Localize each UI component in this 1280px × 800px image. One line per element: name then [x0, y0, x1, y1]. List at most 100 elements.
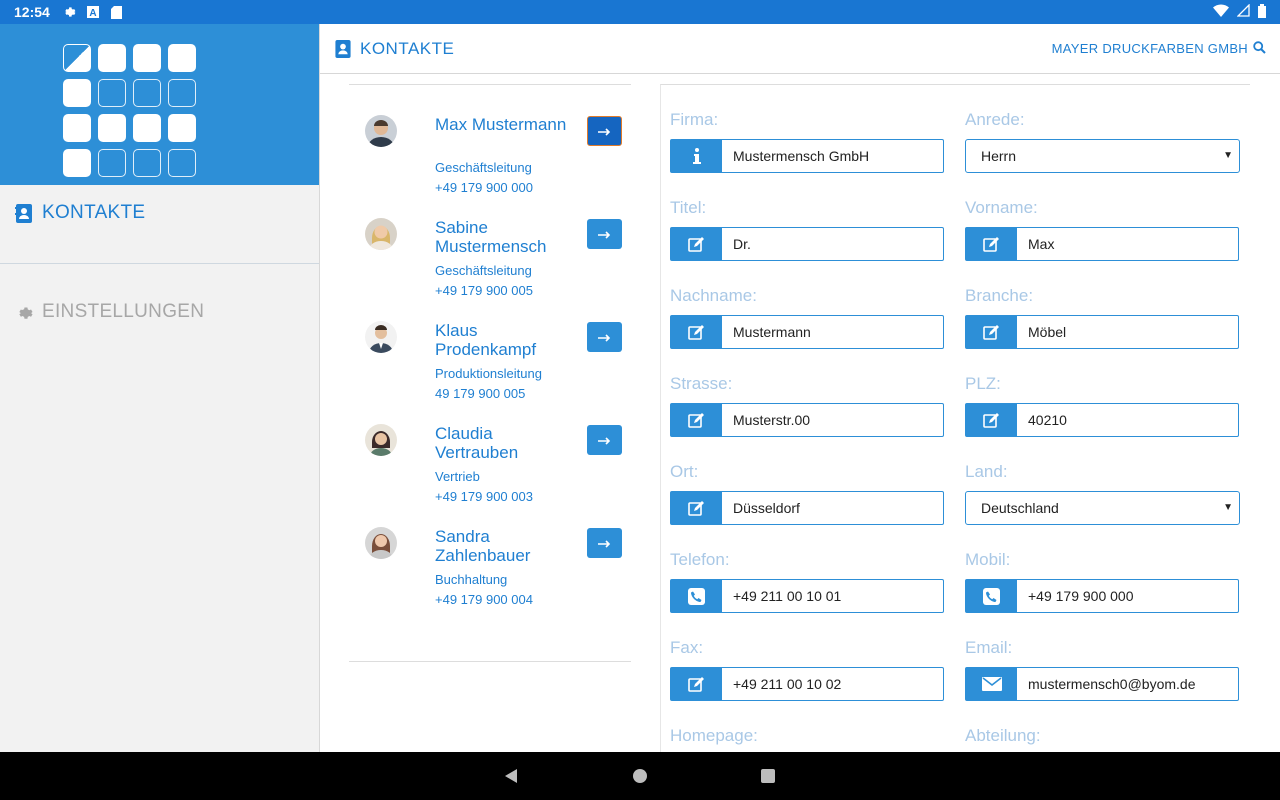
- app-logo: [0, 24, 319, 185]
- plz-value[interactable]: 40210: [1017, 404, 1238, 436]
- status-bar: 12:54 A: [0, 0, 1280, 24]
- edit-icon: [671, 404, 722, 436]
- contact-role: Vertrieb: [435, 469, 480, 484]
- telefon-value[interactable]: +49 211 00 10 01: [722, 580, 943, 612]
- vorname-field[interactable]: Max: [965, 227, 1239, 261]
- contact-name: Sandra Zahlenbauer: [435, 527, 531, 565]
- edit-icon: [966, 228, 1017, 260]
- back-icon[interactable]: [503, 768, 519, 789]
- fax-field[interactable]: +49 211 00 10 02: [670, 667, 944, 701]
- phone-icon: [671, 580, 722, 612]
- sidebar-item-kontakte[interactable]: KONTAKTE: [0, 185, 319, 241]
- anrede-select[interactable]: Herrn ▼: [965, 139, 1240, 173]
- company-search[interactable]: MAYER DRUCKFARBEN GMBH: [1052, 40, 1266, 57]
- fax-value[interactable]: +49 211 00 10 02: [722, 668, 943, 700]
- ort-field[interactable]: Düsseldorf: [670, 491, 944, 525]
- vorname-label: Vorname:: [965, 198, 1038, 217]
- edit-icon: [966, 404, 1017, 436]
- phone-icon: [966, 580, 1017, 612]
- arrow-right-icon: [597, 123, 612, 140]
- recents-icon[interactable]: [760, 768, 776, 789]
- strasse-value[interactable]: Musterstr.00: [722, 404, 943, 436]
- avatar: [365, 218, 397, 250]
- branche-field[interactable]: Möbel: [965, 315, 1239, 349]
- mobil-value[interactable]: +49 179 900 000: [1017, 580, 1238, 612]
- anrede-value: Herrn: [981, 148, 1017, 164]
- battery-icon: [1258, 3, 1266, 21]
- sidebar-item-einstellungen[interactable]: EINSTELLUNGEN: [0, 284, 319, 340]
- info-icon: [671, 140, 722, 172]
- email-field[interactable]: mustermensch0@byom.de: [965, 667, 1239, 701]
- titel-label: Titel:: [670, 198, 707, 217]
- arrow-right-icon: [597, 329, 612, 346]
- mobil-label: Mobil:: [965, 550, 1011, 569]
- email-value[interactable]: mustermensch0@byom.de: [1017, 668, 1238, 700]
- homepage-label: Homepage:: [670, 726, 758, 745]
- open-contact-button[interactable]: [587, 528, 622, 558]
- edit-icon: [671, 316, 722, 348]
- contact-item[interactable]: Klaus Prodenkampf Produktionsleitung 49 …: [349, 291, 631, 401]
- open-contact-button[interactable]: [587, 425, 622, 455]
- contacts-book-icon: [14, 203, 34, 223]
- contact-role: Buchhaltung: [435, 572, 508, 587]
- edit-icon: [671, 668, 722, 700]
- strasse-field[interactable]: Musterstr.00: [670, 403, 944, 437]
- edit-icon: [671, 228, 722, 260]
- titel-field[interactable]: Dr.: [670, 227, 944, 261]
- gear-icon: [14, 302, 34, 322]
- firma-field[interactable]: Mustermensch GmbH: [670, 139, 944, 173]
- contact-phone[interactable]: +49 179 900 004: [435, 592, 533, 607]
- open-contact-button[interactable]: [587, 116, 622, 146]
- contact-name: Sabine Mustermensch: [435, 218, 547, 256]
- vorname-value[interactable]: Max: [1017, 228, 1238, 260]
- contact-item[interactable]: Claudia Vertrauben Vertrieb +49 179 900 …: [349, 394, 631, 504]
- open-contact-button[interactable]: [587, 322, 622, 352]
- anrede-label: Anrede:: [965, 110, 1025, 129]
- contact-item[interactable]: Sandra Zahlenbauer Buchhaltung +49 179 9…: [349, 497, 631, 607]
- sidebar-item-label: EINSTELLUNGEN: [42, 301, 205, 322]
- contact-item[interactable]: Max Mustermann Geschäftsleitung +49 179 …: [349, 85, 631, 195]
- firma-value[interactable]: Mustermensch GmbH: [722, 140, 943, 172]
- page-title: KONTAKTE: [334, 39, 454, 59]
- fax-label: Fax:: [670, 638, 704, 657]
- titel-value[interactable]: Dr.: [722, 228, 943, 260]
- edit-icon: [671, 492, 722, 524]
- land-select[interactable]: Deutschland ▼: [965, 491, 1240, 525]
- contact-item[interactable]: Sabine Mustermensch Geschäftsleitung +49…: [349, 188, 631, 298]
- contact-role: Geschäftsleitung: [435, 160, 532, 175]
- caret-down-icon: ▼: [1223, 502, 1233, 513]
- plz-label: PLZ:: [965, 374, 1001, 393]
- contacts-book-icon: [334, 39, 352, 58]
- nachname-field[interactable]: Mustermann: [670, 315, 944, 349]
- nachname-label: Nachname:: [670, 286, 757, 305]
- nachname-value[interactable]: Mustermann: [722, 316, 943, 348]
- mobil-field[interactable]: +49 179 900 000: [965, 579, 1239, 613]
- sidebar-divider: [0, 263, 319, 264]
- sd-card-icon: [110, 5, 124, 19]
- arrow-right-icon: [597, 535, 612, 552]
- contact-role: Produktionsleitung: [435, 366, 542, 381]
- contact-name: Claudia Vertrauben: [435, 424, 519, 462]
- signal-icon: [1236, 3, 1250, 20]
- branche-value[interactable]: Möbel: [1017, 316, 1238, 348]
- open-contact-button[interactable]: [587, 219, 622, 249]
- telefon-label: Telefon:: [670, 550, 730, 569]
- gear-icon: [62, 5, 76, 19]
- email-label: Email:: [965, 638, 1013, 657]
- contact-name: Max Mustermann: [435, 115, 567, 134]
- search-icon[interactable]: [1253, 40, 1266, 57]
- font-a-icon: A: [86, 5, 100, 19]
- arrow-right-icon: [597, 432, 612, 449]
- plz-field[interactable]: 40210: [965, 403, 1239, 437]
- logo-grid-icon: [63, 44, 196, 177]
- telefon-field[interactable]: +49 211 00 10 01: [670, 579, 944, 613]
- page-title-text: KONTAKTE: [360, 38, 455, 58]
- home-icon[interactable]: [632, 768, 648, 789]
- firma-label: Firma:: [670, 110, 719, 129]
- avatar: [365, 527, 397, 559]
- ort-label: Ort:: [670, 462, 699, 481]
- abteilung-label: Abteilung:: [965, 726, 1041, 745]
- ort-value[interactable]: Düsseldorf: [722, 492, 943, 524]
- svg-text:A: A: [89, 8, 96, 18]
- sidebar: KONTAKTE EINSTELLUNGEN: [0, 24, 320, 752]
